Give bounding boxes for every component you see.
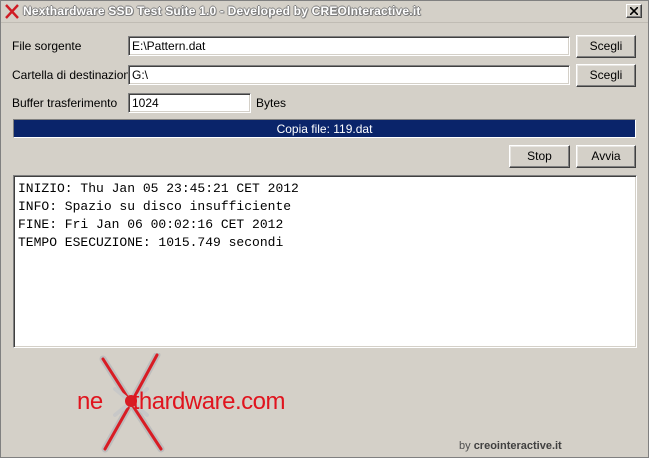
byline-prefix: by (459, 440, 474, 452)
source-browse-button[interactable]: Scegli (576, 35, 636, 58)
window-title: Nexthardware SSD Test Suite 1.0 - Develo… (23, 4, 421, 18)
dest-browse-button[interactable]: Scegli (576, 64, 636, 87)
close-button[interactable] (626, 4, 642, 18)
logo-thardware: thardware (132, 388, 236, 415)
buffer-input[interactable]: 1024 (128, 93, 251, 113)
log-line: INFO: Spazio su disco insufficiente (18, 199, 292, 214)
creointeractive-byline: by creointeractive.it (459, 440, 562, 452)
byline-site: creointeractive.it (473, 440, 562, 452)
nexthardware-logo: ne thardware.com (73, 353, 343, 453)
app-x-icon (5, 4, 19, 19)
buffer-unit-label: Bytes (256, 96, 287, 110)
title-bar[interactable]: Nexthardware SSD Test Suite 1.0 - Develo… (1, 1, 648, 23)
logo-ne: ne (77, 388, 103, 415)
start-button[interactable]: Avvia (576, 145, 636, 168)
log-line: INIZIO: Thu Jan 05 23:45:21 CET 2012 (18, 181, 299, 196)
log-textarea[interactable]: INIZIO: Thu Jan 05 23:45:21 CET 2012 INF… (13, 175, 637, 348)
source-file-label: File sorgente (12, 39, 82, 53)
dest-folder-label: Cartella di destinazione (12, 68, 137, 82)
copy-progress-bar: Copia file: 119.dat (13, 119, 636, 138)
log-line: TEMPO ESECUZIONE: 1015.749 secondi (18, 235, 284, 250)
logo-wordmark: ne thardware.com (77, 388, 285, 416)
stop-button[interactable]: Stop (509, 145, 570, 168)
logo-com: .com (234, 388, 286, 415)
buffer-label: Buffer trasferimento (12, 96, 118, 110)
progress-text: Copia file: 119.dat (276, 122, 373, 136)
close-icon (630, 7, 638, 15)
app-window: Nexthardware SSD Test Suite 1.0 - Develo… (0, 0, 649, 458)
source-file-input[interactable]: E:\Pattern.dat (128, 36, 570, 56)
dest-folder-input[interactable]: G:\ (128, 65, 570, 85)
log-line: FINE: Fri Jan 06 00:02:16 CET 2012 (18, 217, 284, 232)
